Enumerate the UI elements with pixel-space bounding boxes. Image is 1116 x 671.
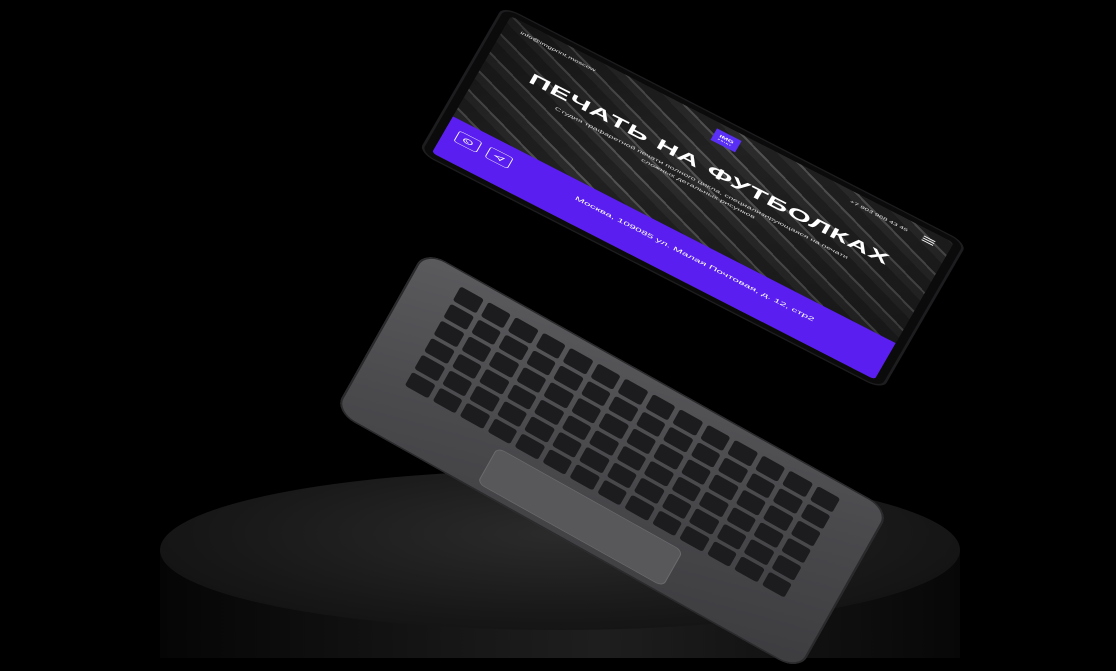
address-text: Москва, 109085 ул. Малая Почтовая, д. 12… <box>573 194 816 323</box>
menu-icon[interactable] <box>921 235 936 246</box>
site-logo[interactable]: IMG PRINT <box>710 128 742 153</box>
hero-title: ПЕЧАТЬ НА ФУТБОЛКАХ <box>525 70 893 269</box>
email-link[interactable]: info@imgprint.moscow <box>520 30 597 72</box>
telegram-icon[interactable] <box>484 146 514 169</box>
whatsapp-icon[interactable] <box>453 130 483 153</box>
phone-link[interactable]: +7 903 968 43 45 <box>849 199 909 232</box>
